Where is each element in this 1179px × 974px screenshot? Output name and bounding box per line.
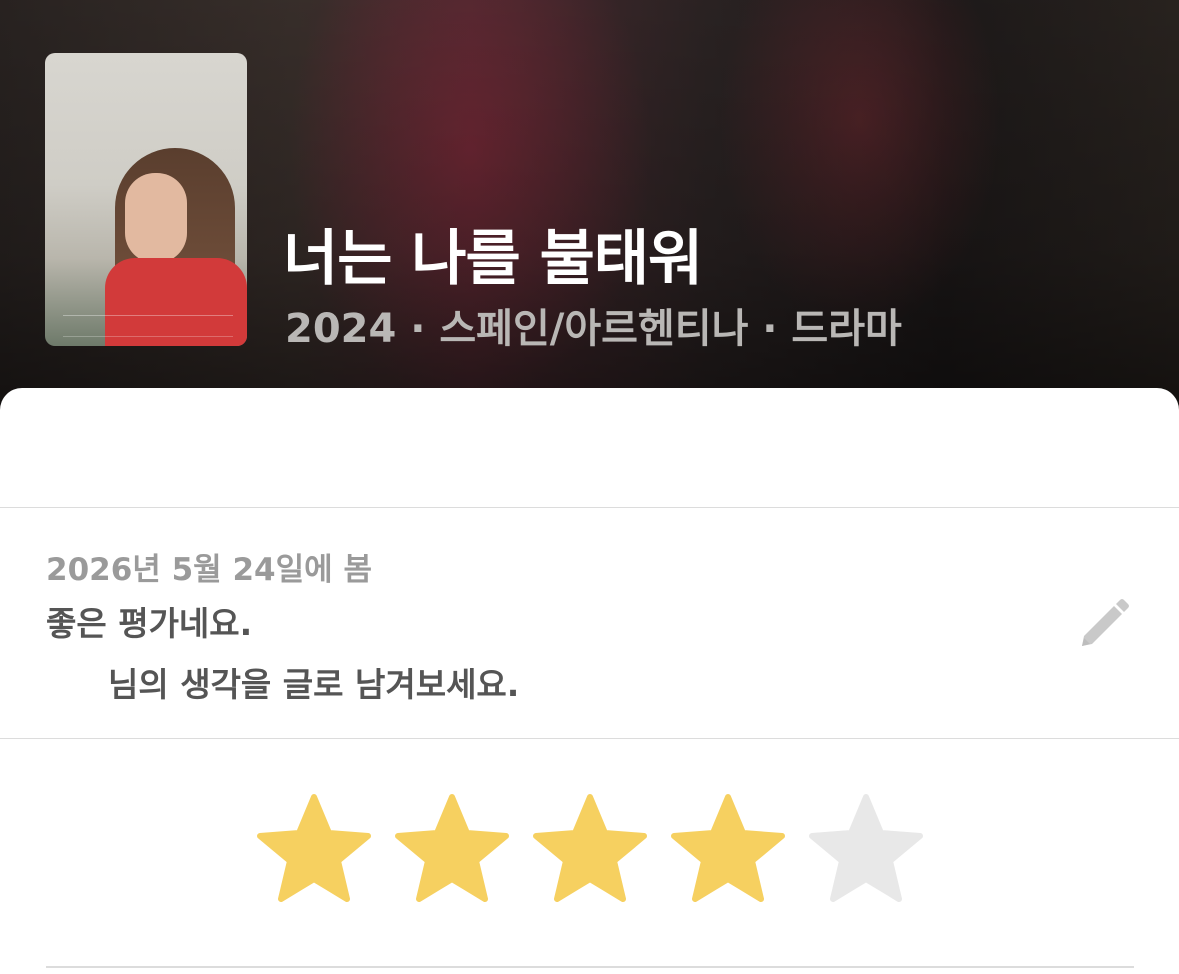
poster-figure-face: [125, 173, 187, 263]
star-4[interactable]: [668, 793, 788, 909]
poster-credits-block: [63, 315, 233, 337]
star-2[interactable]: [392, 793, 512, 909]
review-prompt-line2: 님의 생각을 글로 남겨보세요.: [108, 665, 520, 704]
star-5[interactable]: [806, 793, 926, 909]
movie-poster[interactable]: [45, 53, 247, 346]
star-rating[interactable]: [254, 793, 926, 909]
watched-date: 2026년 5월 24일에 봄: [46, 552, 372, 588]
divider-middle: [0, 738, 1179, 739]
pencil-icon[interactable]: [1074, 596, 1132, 654]
movie-meta: 2024 · 스페인/아르헨티나 · 드라마: [285, 306, 902, 352]
divider-top: [0, 507, 1179, 508]
star-1[interactable]: [254, 793, 374, 909]
star-3[interactable]: [530, 793, 650, 909]
review-prompt-line1: 좋은 평가네요.: [46, 604, 253, 643]
divider-bottom: [46, 966, 1134, 968]
movie-header: 너는 나를 불태워 2024 · 스페인/아르헨티나 · 드라마: [0, 0, 1179, 420]
movie-title: 너는 나를 불태워: [283, 224, 703, 294]
